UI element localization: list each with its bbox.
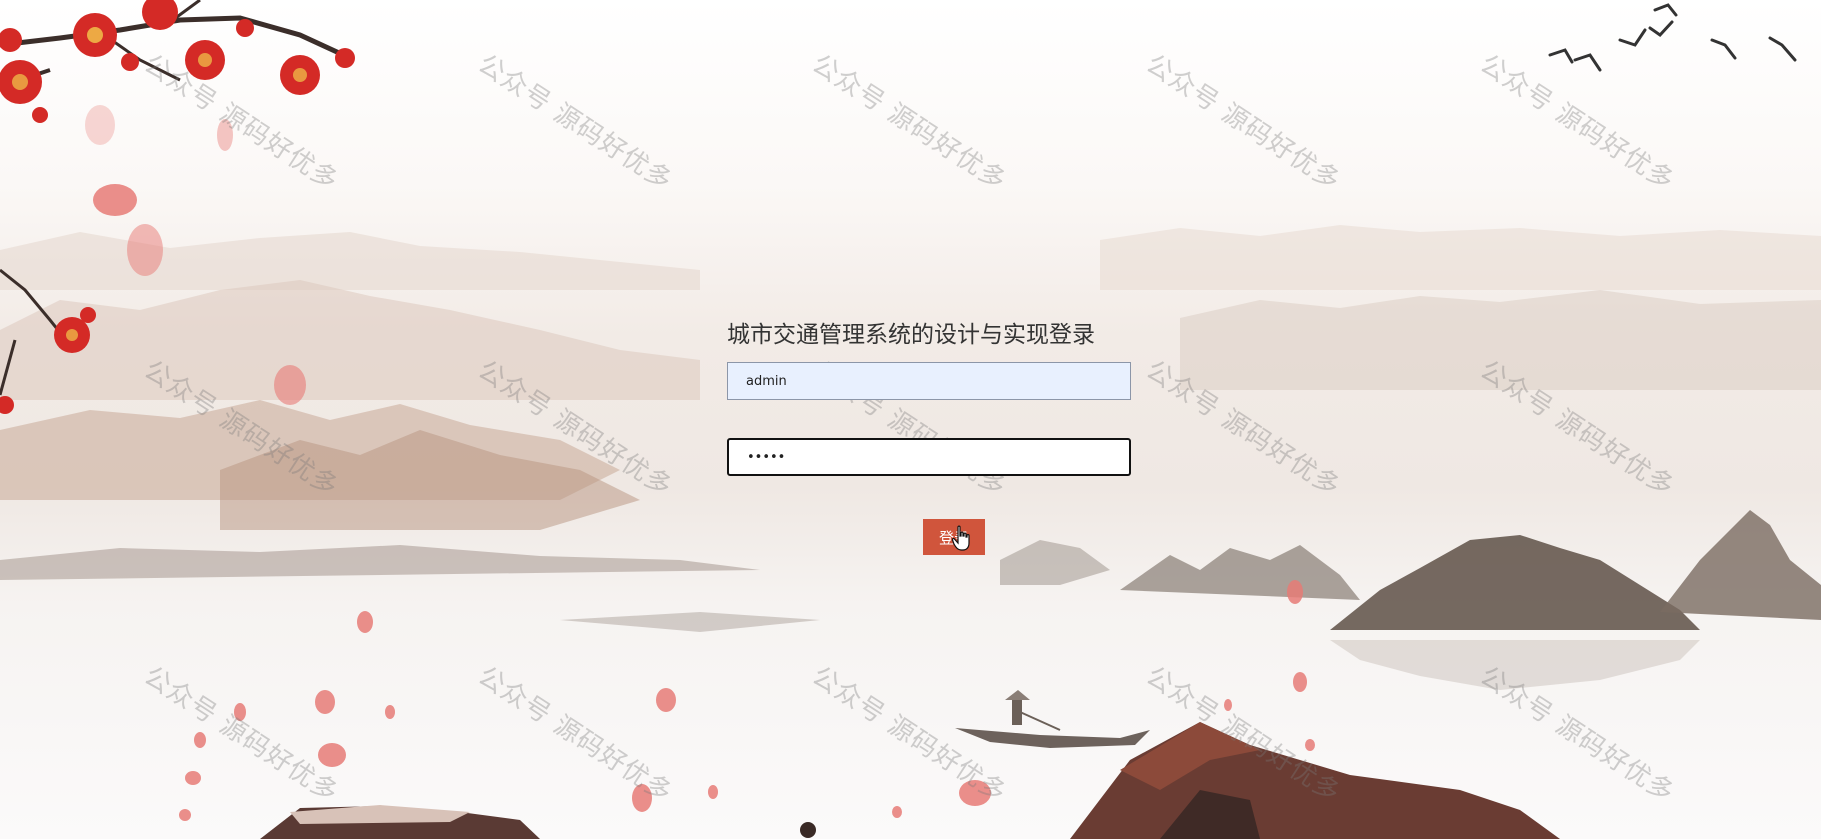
hand-pointer-icon [952, 525, 970, 551]
login-page: 公众号 源码好优多 公众号 源码好优多 公众号 源码好优多 公众号 源码好优多 … [0, 0, 1821, 839]
login-title: 城市交通管理系统的设计与实现登录 [727, 322, 1095, 348]
username-input[interactable] [727, 362, 1131, 400]
login-form: 城市交通管理系统的设计与实现登录 登录 [727, 320, 1131, 555]
password-input[interactable] [727, 438, 1131, 476]
